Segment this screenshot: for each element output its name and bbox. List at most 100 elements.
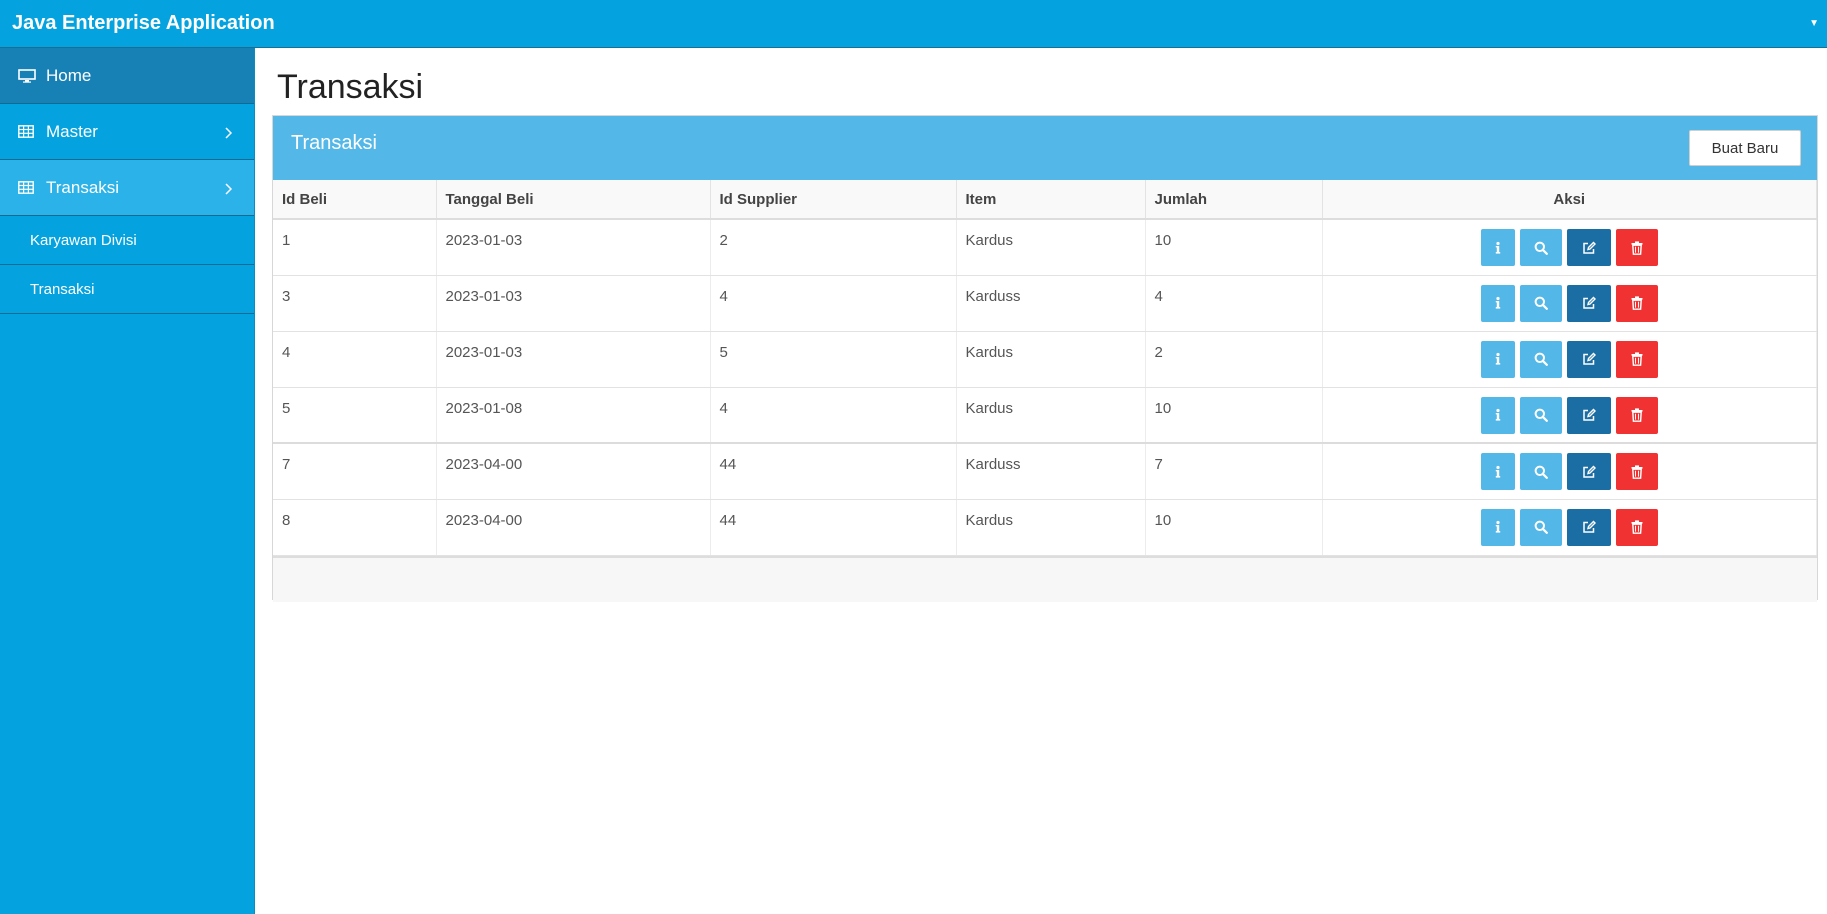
detail-button[interactable]: [1519, 508, 1562, 546]
delete-button[interactable]: [1615, 340, 1658, 378]
cell-aksi: [1322, 219, 1817, 276]
trash-icon: [1631, 352, 1643, 366]
cell-jumlah: 10: [1145, 387, 1323, 444]
detail-button[interactable]: [1519, 229, 1562, 266]
delete-button[interactable]: [1615, 229, 1658, 266]
info-icon: [1493, 520, 1503, 534]
panel-title: Transaksi: [291, 132, 377, 154]
cell-item: Kardus: [956, 499, 1146, 556]
action-buttons: [1480, 508, 1658, 546]
info-button[interactable]: [1480, 396, 1515, 434]
table-row: 8 2023-04-00 44 Kardus 10: [273, 499, 1817, 556]
info-button[interactable]: [1480, 284, 1515, 322]
detail-button[interactable]: [1519, 340, 1562, 378]
cell-id-supplier: 2: [710, 219, 957, 276]
trash-icon: [1631, 408, 1643, 422]
table-icon: [18, 124, 36, 139]
buat-baru-button[interactable]: Buat Baru: [1689, 130, 1801, 166]
search-icon: [1534, 352, 1548, 366]
monitor-icon: [18, 68, 36, 83]
table-header-row: Id Beli Tanggal Beli Id Supplier Item Ju…: [273, 180, 1817, 220]
sidebar-item-master[interactable]: Master: [0, 104, 254, 160]
info-button[interactable]: [1480, 453, 1515, 490]
delete-button[interactable]: [1615, 396, 1658, 434]
delete-button[interactable]: [1615, 284, 1658, 322]
panel-footer: [273, 555, 1817, 602]
sidebar: Home Master Transaksi Karyawan Divisi Tr…: [0, 48, 255, 914]
column-header-jumlah[interactable]: Jumlah: [1145, 180, 1323, 220]
cell-aksi: [1322, 275, 1817, 332]
info-button[interactable]: [1480, 508, 1515, 546]
sidebar-subitem-karyawan-divisi[interactable]: Karyawan Divisi: [0, 216, 254, 265]
search-icon: [1534, 520, 1548, 534]
sidebar-item-home[interactable]: Home: [0, 48, 254, 104]
detail-button[interactable]: [1519, 284, 1562, 322]
search-icon: [1534, 296, 1548, 310]
cell-item: Kardus: [956, 387, 1146, 444]
info-icon: [1493, 241, 1503, 255]
table-row: 4 2023-01-03 5 Kardus 2: [273, 331, 1817, 388]
cell-item: Kardus: [956, 331, 1146, 388]
cell-jumlah: 10: [1145, 499, 1323, 556]
column-header-id-supplier[interactable]: Id Supplier: [710, 180, 957, 220]
table-icon: [18, 180, 36, 195]
action-buttons: [1480, 453, 1658, 490]
edit-button[interactable]: [1566, 508, 1611, 546]
search-icon: [1534, 408, 1548, 422]
edit-button[interactable]: [1566, 284, 1611, 322]
cell-aksi: [1322, 331, 1817, 388]
trash-icon: [1631, 464, 1643, 479]
action-buttons: [1480, 229, 1658, 266]
trash-icon: [1631, 296, 1643, 310]
cell-id-beli: 3: [273, 275, 437, 332]
cell-id-beli: 4: [273, 331, 437, 388]
column-header-tanggal-beli[interactable]: Tanggal Beli: [436, 180, 711, 220]
edit-button[interactable]: [1566, 396, 1611, 434]
action-buttons: [1480, 340, 1658, 378]
edit-icon: [1582, 465, 1596, 479]
sidebar-item-transaksi[interactable]: Transaksi: [0, 160, 254, 216]
info-button[interactable]: [1480, 340, 1515, 378]
edit-button[interactable]: [1566, 340, 1611, 378]
cell-aksi: [1322, 387, 1817, 444]
cell-jumlah: 2: [1145, 331, 1323, 388]
cell-id-supplier: 44: [710, 443, 957, 500]
sidebar-subitem-transaksi[interactable]: Transaksi: [0, 265, 254, 314]
info-icon: [1493, 352, 1503, 366]
top-navbar: Java Enterprise Application ▼: [0, 0, 1827, 48]
info-icon: [1493, 296, 1503, 310]
main-content: Transaksi Transaksi Buat Baru Id Beli Ta…: [256, 48, 1827, 914]
column-header-id-beli[interactable]: Id Beli: [273, 180, 437, 220]
cell-jumlah: 10: [1145, 219, 1323, 276]
edit-icon: [1582, 352, 1596, 366]
edit-icon: [1582, 241, 1596, 255]
app-title[interactable]: Java Enterprise Application: [0, 12, 275, 35]
cell-id-supplier: 4: [710, 275, 957, 332]
search-icon: [1534, 465, 1548, 479]
edit-button[interactable]: [1566, 229, 1611, 266]
chevron-right-icon: [224, 124, 233, 144]
delete-button[interactable]: [1615, 453, 1658, 490]
detail-button[interactable]: [1519, 453, 1562, 490]
action-buttons: [1480, 396, 1658, 434]
edit-icon: [1582, 520, 1596, 534]
cell-id-supplier: 44: [710, 499, 957, 556]
info-button[interactable]: [1480, 229, 1515, 266]
info-icon: [1493, 465, 1503, 479]
cell-jumlah: 4: [1145, 275, 1323, 332]
cell-aksi: [1322, 499, 1817, 556]
caret-down-icon[interactable]: ▼: [1809, 18, 1819, 29]
cell-item: Karduss: [956, 275, 1146, 332]
edit-button[interactable]: [1566, 453, 1611, 490]
info-icon: [1493, 408, 1503, 422]
cell-tanggal-beli: 2023-04-00: [436, 443, 711, 500]
cell-id-supplier: 5: [710, 331, 957, 388]
search-icon: [1534, 241, 1548, 255]
cell-tanggal-beli: 2023-01-03: [436, 275, 711, 332]
cell-aksi: [1322, 443, 1817, 500]
delete-button[interactable]: [1615, 508, 1658, 546]
chevron-right-icon: [224, 180, 233, 200]
detail-button[interactable]: [1519, 396, 1562, 434]
column-header-item[interactable]: Item: [956, 180, 1146, 220]
cell-id-beli: 1: [273, 219, 437, 276]
